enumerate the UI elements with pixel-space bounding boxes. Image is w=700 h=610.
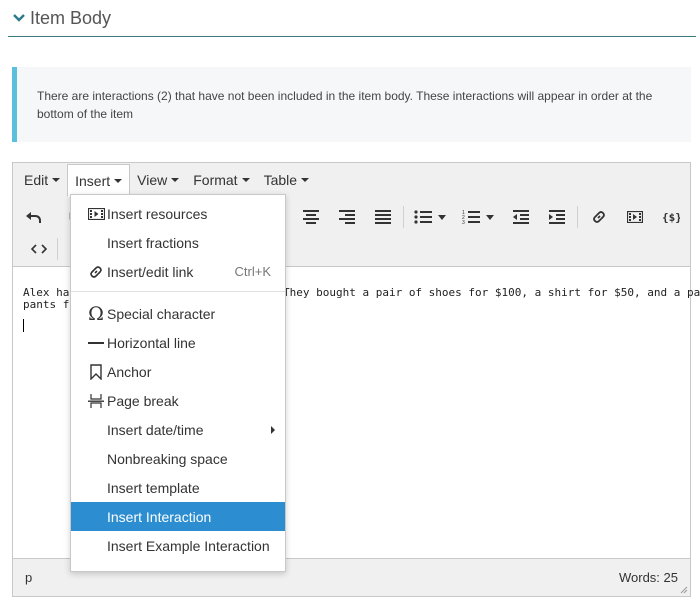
word-count: Words: 25	[618, 570, 678, 585]
shortcut-hint: Ctrl+K	[234, 264, 271, 279]
caret-down-icon	[171, 178, 180, 182]
align-center-icon[interactable]	[299, 205, 323, 229]
menu-view[interactable]: View	[130, 163, 186, 197]
bullet-list-dropdown-icon[interactable]	[435, 205, 449, 229]
editor-menubar: Edit Insert View Format Table	[13, 163, 690, 197]
section-title: Item Body	[30, 7, 112, 28]
page-break-icon	[87, 392, 105, 409]
info-alert: There are interactions (2) that have not…	[12, 67, 691, 142]
menu-item-insert-template[interactable]: Insert template	[71, 473, 285, 502]
media-icon[interactable]	[623, 205, 647, 229]
menu-edit[interactable]: Edit	[17, 163, 67, 197]
insert-menu-dropdown: Insert resources Insert fractions Insert…	[70, 194, 286, 572]
info-text: There are interactions (2) that have not…	[37, 89, 653, 121]
menu-item-horizontal-line[interactable]: Horizontal line	[71, 328, 285, 357]
omega-icon: Ω	[88, 302, 104, 325]
menu-item-nonbreaking-space[interactable]: Nonbreaking space	[71, 444, 285, 473]
menu-item-insert-date-time[interactable]: Insert date/time	[71, 415, 285, 444]
link-icon	[87, 263, 105, 280]
undo-icon[interactable]	[21, 205, 45, 229]
align-right-icon[interactable]	[335, 205, 359, 229]
menu-item-insert-fractions[interactable]: Insert fractions	[71, 228, 285, 257]
menu-divider	[71, 291, 285, 292]
menu-item-anchor[interactable]: Anchor	[71, 357, 285, 386]
toolbar-separator	[403, 206, 404, 228]
caret-down-icon	[114, 178, 123, 183]
menu-item-insert-interaction[interactable]: Insert Interaction	[71, 502, 285, 531]
bullet-list-icon[interactable]	[411, 205, 435, 229]
numbered-list-icon[interactable]: 123	[459, 205, 483, 229]
menu-item-special-character[interactable]: Ω Special character	[71, 299, 285, 328]
menu-table[interactable]: Table	[257, 163, 316, 197]
outdent-icon[interactable]	[509, 205, 533, 229]
toolbar-separator	[57, 238, 58, 260]
menu-insert[interactable]: Insert	[67, 164, 131, 197]
media-icon	[87, 205, 105, 222]
bookmark-icon	[87, 363, 105, 380]
submenu-arrow-icon	[271, 426, 275, 434]
horizontal-line-icon	[87, 334, 105, 351]
caret-down-icon	[52, 178, 61, 182]
code-variable-icon[interactable]: {$}	[659, 205, 683, 229]
resize-grip-icon[interactable]	[678, 584, 688, 594]
item-body-header[interactable]: Item Body	[8, 0, 696, 37]
svg-text:{$}: {$}	[662, 211, 680, 224]
numbered-list-dropdown-icon[interactable]	[483, 205, 497, 229]
source-code-icon[interactable]	[27, 237, 51, 261]
link-icon[interactable]	[587, 205, 611, 229]
menu-format[interactable]: Format	[186, 163, 256, 197]
menu-item-insert-example-interaction[interactable]: Insert Example Interaction	[71, 531, 285, 560]
element-path[interactable]: p	[25, 570, 32, 585]
chevron-down-icon	[13, 14, 25, 22]
menu-item-insert-resources[interactable]: Insert resources	[71, 199, 285, 228]
menu-item-insert-edit-link[interactable]: Insert/edit link Ctrl+K	[71, 257, 285, 286]
caret-down-icon	[301, 178, 310, 182]
caret-down-icon	[241, 178, 250, 182]
align-justify-icon[interactable]	[371, 205, 395, 229]
toolbar-separator	[577, 206, 578, 228]
menu-item-page-break[interactable]: Page break	[71, 386, 285, 415]
svg-text:3: 3	[462, 220, 465, 224]
indent-icon[interactable]	[545, 205, 569, 229]
